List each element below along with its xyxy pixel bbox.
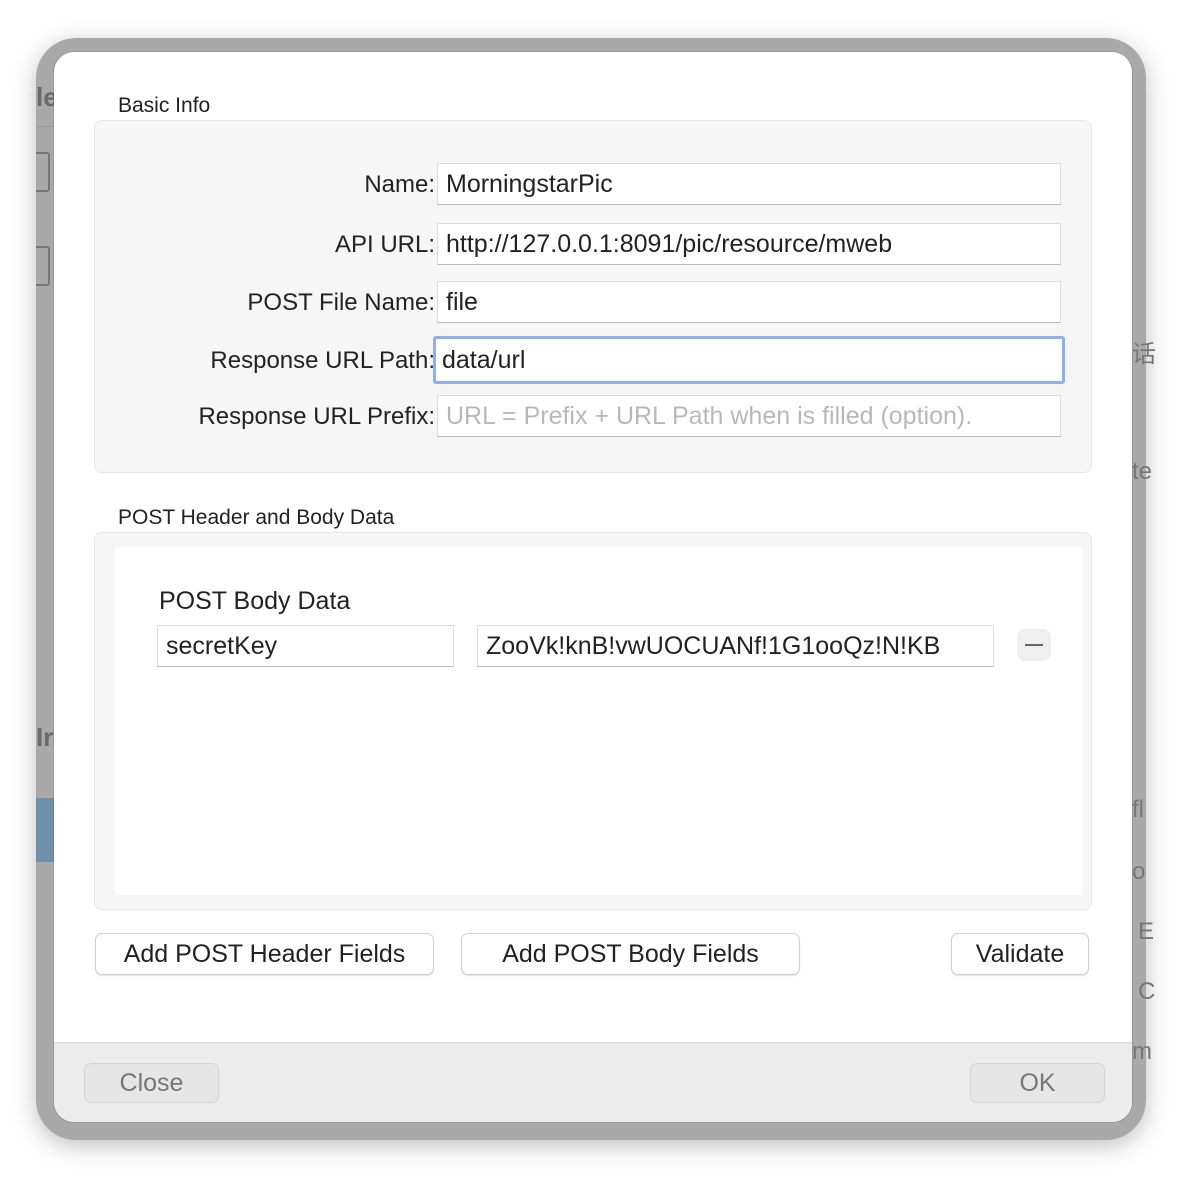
response-url-prefix-label: Response URL Prefix: [198,403,435,430]
add-post-body-fields-button[interactable]: Add POST Body Fields [461,933,800,975]
validate-button[interactable]: Validate [951,933,1089,975]
basic-info-title: Basic Info [118,94,211,117]
background-text-fragment: E [1138,918,1155,945]
basic-info-group: Name: API URL: POST File Name: Response … [94,120,1092,473]
post-file-name-label: POST File Name: [247,289,435,316]
post-data-group: POST Body Data [94,532,1092,910]
background-text-fragment: C [1138,978,1156,1005]
background-text-fragment: o [1132,858,1146,885]
body-key-field[interactable] [157,625,454,667]
response-url-prefix-row: Response URL Prefix: [95,395,1091,437]
background-text-fragment: Ir [36,722,54,752]
background-text-fragment: te [1132,458,1153,485]
post-file-name-row: POST File Name: [95,281,1091,323]
upload-service-dialog: Basic Info Name: API URL: POST File Name… [54,52,1132,1122]
response-url-path-label: Response URL Path: [210,347,435,374]
post-body-data-title: POST Body Data [159,587,351,615]
api-url-field[interactable] [437,223,1061,265]
dialog-footer: Close OK [54,1042,1132,1122]
background-control [36,152,50,192]
minus-icon [1025,644,1043,646]
api-url-label: API URL: [334,231,435,258]
ok-button[interactable]: OK [970,1063,1105,1103]
post-data-title: POST Header and Body Data [118,506,395,529]
post-file-name-field[interactable] [437,281,1061,323]
add-post-header-fields-button[interactable]: Add POST Header Fields [95,933,434,975]
remove-body-field-button[interactable] [1017,629,1051,661]
post-data-area: POST Body Data [115,547,1083,895]
name-label: Name: [364,171,435,198]
response-url-prefix-field[interactable] [437,395,1061,437]
name-row: Name: [95,163,1091,205]
background-text-fragment: fl [1132,796,1144,823]
response-url-path-row: Response URL Path: [95,336,1091,384]
name-field[interactable] [437,163,1061,205]
api-url-row: API URL: [95,223,1091,265]
close-button[interactable]: Close [84,1063,219,1103]
background-text-fragment: 话 [1132,341,1156,368]
background-text-fragment: m [1132,1038,1152,1065]
background-divider [36,126,54,127]
background-control [36,246,50,286]
response-url-path-field[interactable] [433,336,1065,384]
background-selection [36,798,54,862]
body-value-field[interactable] [477,625,994,667]
